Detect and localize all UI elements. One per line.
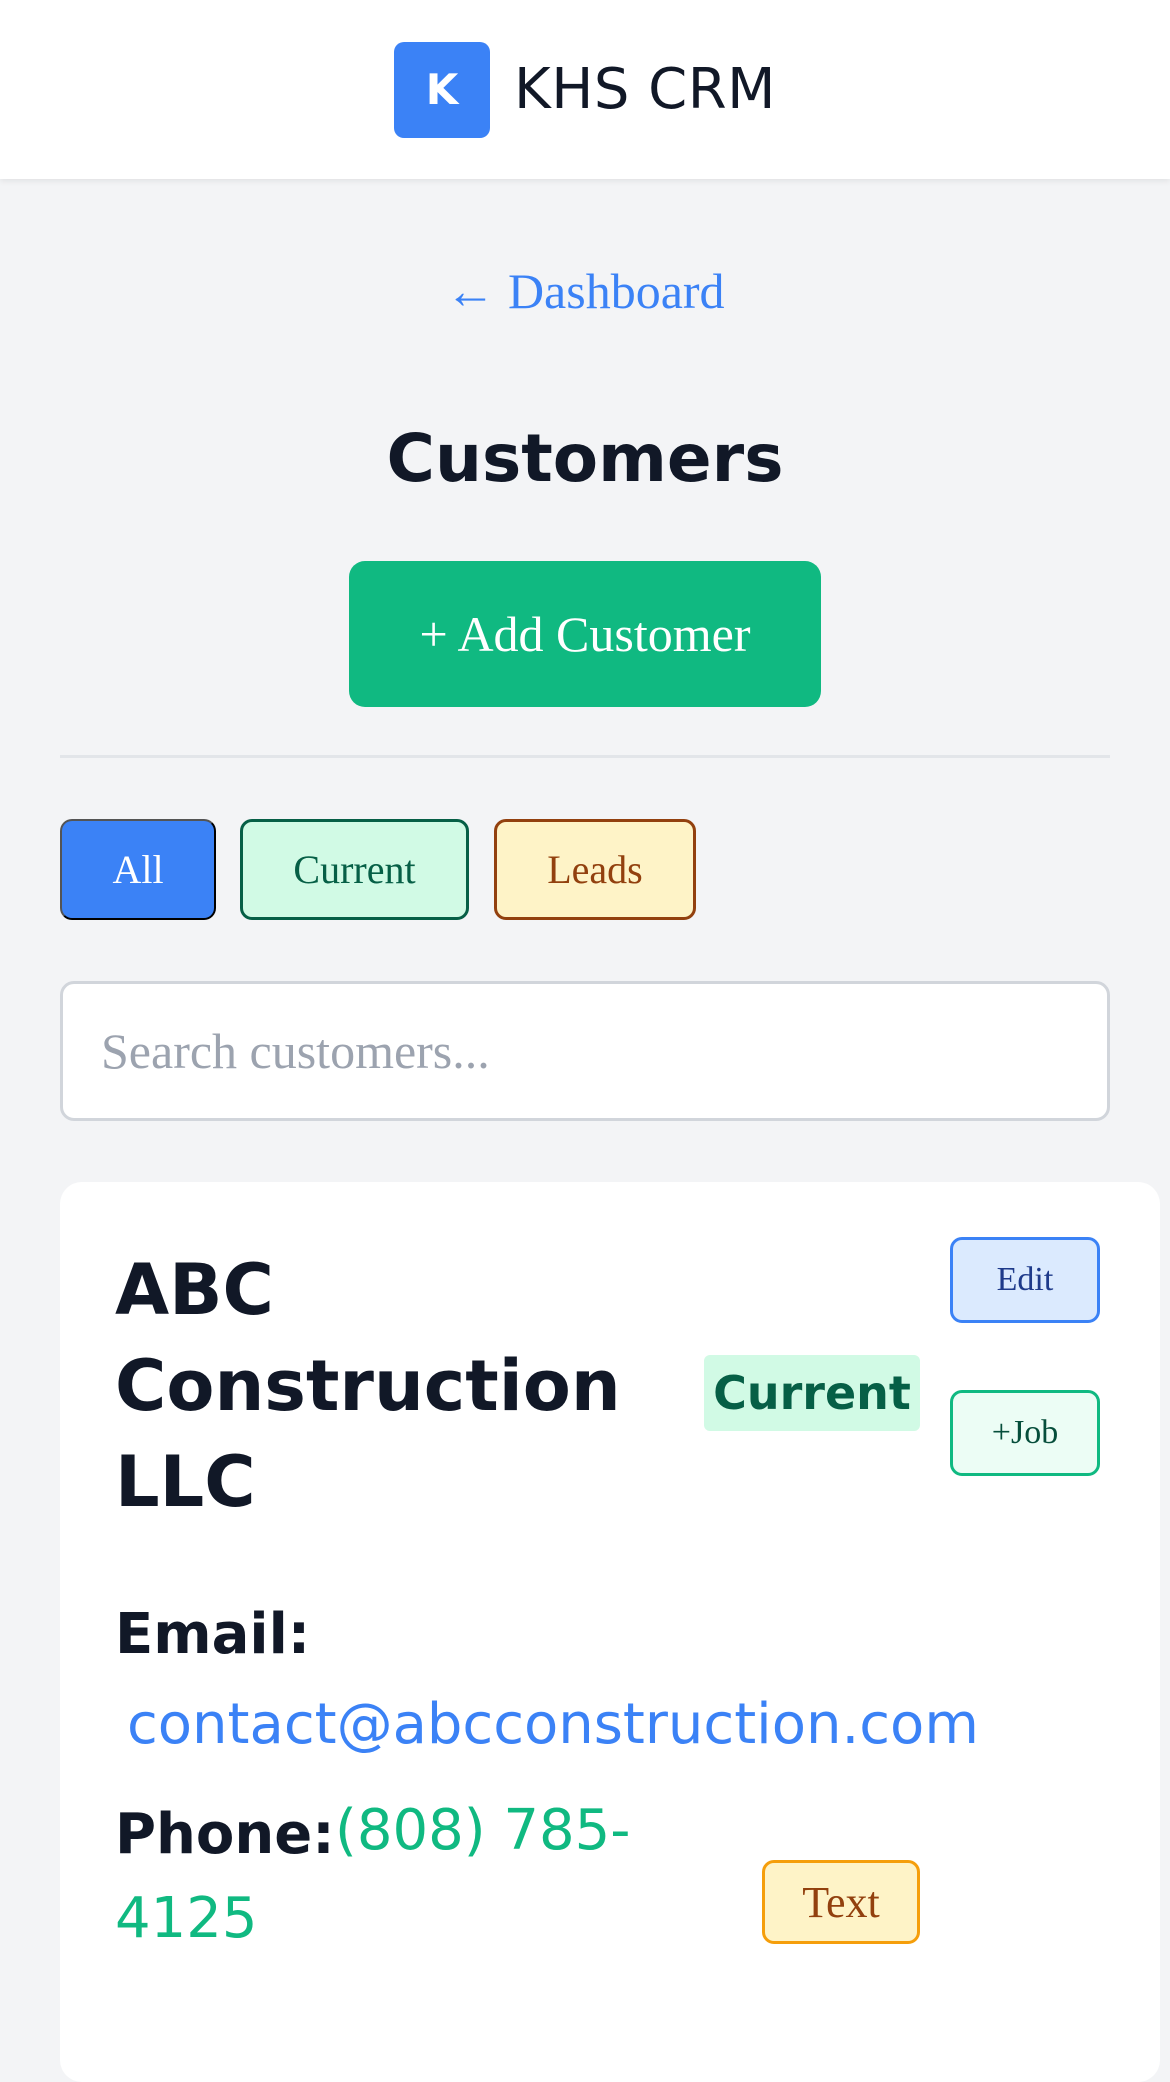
filter-leads-button[interactable]: Leads	[494, 819, 696, 920]
customer-name: ABC Construction LLC	[115, 1249, 621, 1523]
phone-link[interactable]: (808) 785-4125	[115, 1787, 635, 1963]
filter-all-button[interactable]: All	[60, 819, 216, 920]
customer-card: ABC Construction LLC Current Edit +Job E…	[60, 1182, 1160, 2082]
app-logo: K	[393, 41, 490, 138]
app-header: K KHS CRM	[0, 0, 1170, 179]
page-title: Customers	[386, 420, 784, 497]
app-title: KHS CRM	[513, 57, 776, 122]
add-customer-button[interactable]: + Add Customer	[349, 561, 821, 707]
email-label: Email:	[115, 1602, 311, 1667]
status-badge: Current	[704, 1355, 920, 1431]
section-divider	[60, 755, 1110, 758]
back-to-dashboard-link[interactable]: ← Dashboard	[0, 262, 1170, 320]
search-input[interactable]	[60, 981, 1110, 1121]
edit-customer-button[interactable]: Edit	[950, 1237, 1100, 1323]
email-link[interactable]: contact@abcconstruction.com	[127, 1692, 979, 1757]
text-message-button[interactable]: Text	[762, 1860, 920, 1944]
add-job-button[interactable]: +Job	[950, 1390, 1100, 1476]
filter-current-button[interactable]: Current	[240, 819, 469, 920]
